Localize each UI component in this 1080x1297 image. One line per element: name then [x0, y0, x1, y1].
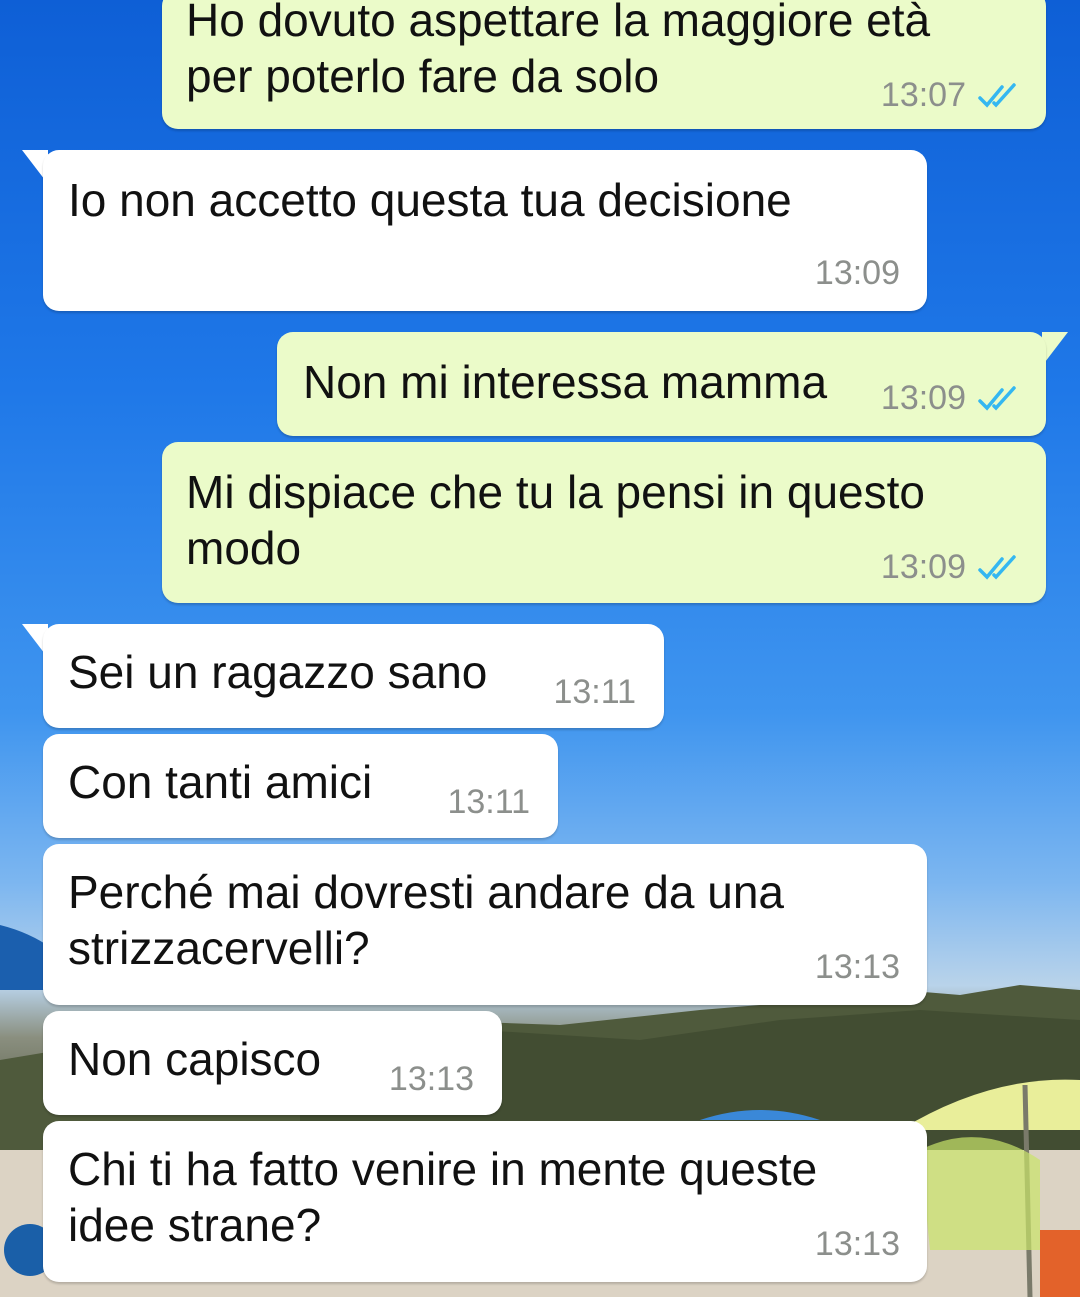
message-meta: 13:11	[553, 673, 636, 712]
message-time: 13:09	[814, 254, 900, 292]
message-text: Perché mai dovresti andare da una strizz…	[68, 866, 784, 974]
message-time: 13:07	[880, 76, 966, 114]
message-bubble-incoming[interactable]: Chi ti ha fatto venire in mente queste i…	[43, 1121, 927, 1282]
message-text: Chi ti ha fatto venire in mente queste i…	[68, 1143, 818, 1251]
double-check-icon	[978, 82, 1016, 108]
message-bubble-incoming[interactable]: Perché mai dovresti andare da una strizz…	[43, 844, 927, 1005]
message-list[interactable]: Ho dovuto aspettare la maggiore età per …	[0, 0, 1080, 1297]
message-time: 13:13	[814, 948, 900, 986]
message-text: Non mi interessa mamma	[303, 356, 828, 408]
message-meta: 13:09	[881, 548, 1022, 587]
message-meta: 13:09	[815, 254, 900, 293]
message-bubble-incoming[interactable]: Sei un ragazzo sano 13:11	[43, 624, 664, 728]
message-text: Con tanti amici	[68, 756, 373, 808]
message-bubble-outgoing[interactable]: Ho dovuto aspettare la maggiore età per …	[162, 0, 1046, 129]
message-bubble-incoming[interactable]: Io non accetto questa tua decisione 13:0…	[43, 150, 927, 311]
message-text: Sei un ragazzo sano	[68, 646, 488, 698]
message-time: 13:11	[553, 673, 636, 711]
message-bubble-incoming[interactable]: Non capisco 13:13	[43, 1011, 502, 1115]
message-time: 13:09	[880, 548, 966, 586]
message-meta: 13:13	[815, 1225, 900, 1264]
message-meta: 13:13	[815, 948, 900, 987]
message-text: Non capisco	[68, 1033, 322, 1085]
double-check-icon	[978, 385, 1016, 411]
message-time: 13:11	[447, 783, 530, 821]
message-bubble-incoming[interactable]: Con tanti amici 13:11	[43, 734, 558, 838]
message-meta: 13:13	[389, 1060, 474, 1099]
message-meta: 13:09	[881, 379, 1022, 418]
message-text: Ho dovuto aspettare la maggiore età per …	[186, 0, 931, 102]
message-time: 13:13	[814, 1225, 900, 1263]
double-check-icon	[978, 554, 1016, 580]
message-bubble-outgoing[interactable]: Mi dispiace che tu la pensi in questo mo…	[162, 442, 1046, 603]
message-bubble-outgoing[interactable]: Non mi interessa mamma 13:09	[277, 332, 1046, 436]
message-time: 13:09	[880, 379, 966, 417]
message-text: Mi dispiace che tu la pensi in questo mo…	[186, 466, 925, 574]
message-time: 13:13	[388, 1060, 474, 1098]
message-meta: 13:07	[881, 76, 1022, 115]
message-text: Io non accetto questa tua decisione	[68, 174, 792, 226]
message-meta: 13:11	[447, 783, 530, 822]
